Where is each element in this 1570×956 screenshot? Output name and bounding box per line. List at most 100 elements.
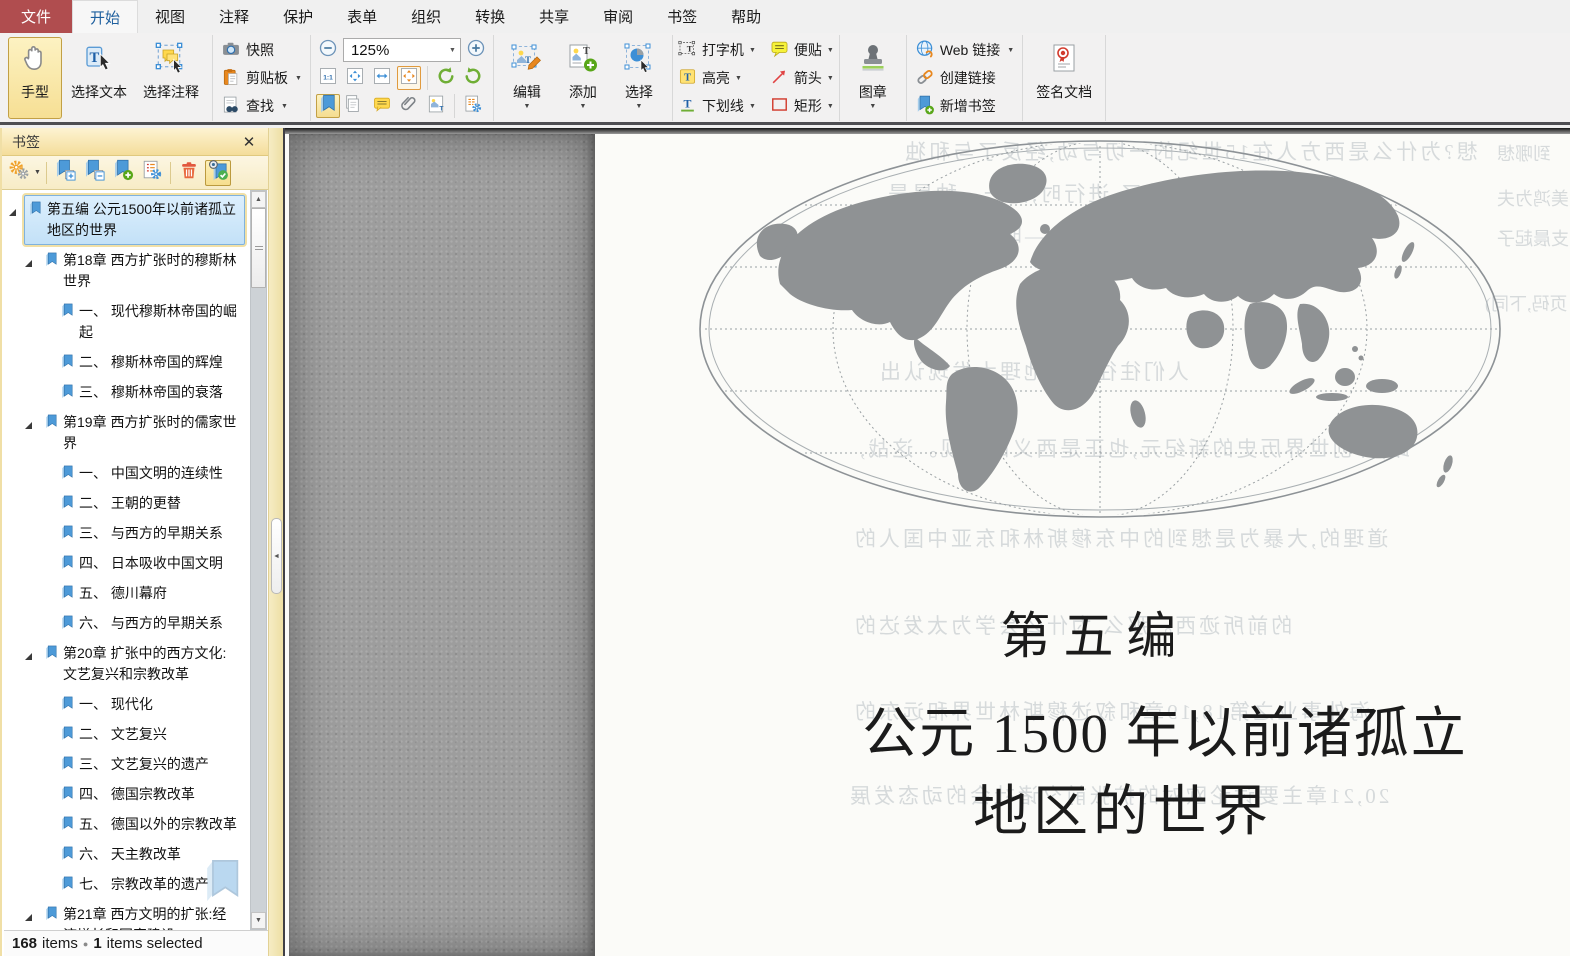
fit-visible-button[interactable] (396, 66, 421, 90)
menu-tab-organize[interactable]: 组织 (394, 0, 458, 33)
page-settings-button[interactable] (461, 94, 485, 118)
menu-tab-protect[interactable]: 保护 (266, 0, 330, 33)
comment-list-button[interactable] (370, 94, 394, 118)
new-bookmark-button[interactable] (110, 159, 136, 186)
bookmark-item[interactable]: 五、 德国以外的宗教改革 (4, 810, 250, 839)
part-number-title: 第五编 (1000, 608, 1190, 664)
create-link-button[interactable]: 创建链接 (912, 66, 1017, 91)
typewriter-button[interactable]: T 打字机 ▼ (678, 39, 756, 61)
menu-tab-convert[interactable]: 转换 (458, 0, 522, 33)
snapshot-button[interactable]: 快照 (218, 38, 305, 63)
menu-tab-review[interactable]: 审阅 (586, 0, 650, 33)
underline-button[interactable]: T 下划线 ▼ (678, 95, 756, 117)
bookmark-item[interactable]: 一、 现代化 (4, 690, 250, 719)
arrow-button[interactable]: 箭头 ▼ (770, 67, 834, 89)
hand-icon (19, 42, 51, 79)
attachment-button[interactable] (397, 94, 421, 118)
select-annotation-button[interactable]: 选择注释 (136, 37, 206, 119)
document-viewport[interactable]: 想?为什么是西方人在15世纪的一切与动,经反了与和独 人根险中选了,进行时,第一—… (283, 128, 1570, 956)
bookmark-item[interactable]: 一、 现代穆斯林帝国的崛起 (4, 297, 250, 347)
expand-toggle-icon[interactable] (24, 909, 33, 927)
expand-bookmarks-button[interactable] (52, 159, 78, 186)
rectangle-button[interactable]: 矩形 ▼ (770, 95, 834, 117)
expand-toggle-icon[interactable] (24, 648, 33, 666)
menu-tab-file[interactable]: 文件 (0, 0, 73, 33)
bookmark-item[interactable]: 三、 与西方的早期关系 (4, 519, 250, 548)
chevron-down-icon: ▼ (869, 103, 877, 110)
clipboard-button[interactable]: 剪贴板 ▼ (218, 66, 305, 91)
menu-bar: 文件 开始 视图 注释 保护 表单 组织 转换 共享 审阅 书签 帮助 (0, 0, 1570, 33)
menu-tab-comment[interactable]: 注释 (202, 0, 266, 33)
ribbon-group-edit: T 编辑 ▼ T 添加 ▼ 选择 ▼ (494, 35, 673, 121)
bookmark-item[interactable]: 第18章 西方扩张时的穆斯林世界 (4, 246, 250, 296)
menu-tab-home[interactable]: 开始 (72, 0, 139, 33)
rotate-right-button[interactable] (461, 66, 485, 90)
zoom-in-button[interactable] (464, 38, 488, 62)
scroll-up-arrow[interactable]: ▲ (251, 191, 266, 208)
edit-button[interactable]: T 编辑 ▼ (500, 37, 554, 119)
web-link-button[interactable]: Web 链接 ▼ (912, 38, 1017, 63)
bookmark-icon (60, 726, 75, 742)
scroll-down-arrow[interactable]: ▼ (251, 912, 266, 929)
bookmark-settings-button[interactable] (139, 160, 165, 186)
bookmarks-scrollbar[interactable]: ▲ ▼ (250, 190, 267, 930)
add-bookmark-button[interactable]: 新增书签 (912, 94, 1017, 119)
bleedthrough-line: 道理的,大暴为是想到的中东穆斯林和东亚中国人的 (852, 527, 1389, 551)
fit-width-button[interactable] (370, 66, 394, 90)
bookmark-label: 六、 天主教改革 (79, 846, 181, 862)
zoom-out-button[interactable] (316, 38, 340, 62)
sign-document-button[interactable]: 签名文档 (1029, 37, 1099, 119)
delete-bookmark-button[interactable] (176, 160, 202, 186)
ocr-button[interactable]: T (424, 94, 448, 118)
bookmark-item[interactable]: 三、 穆斯林帝国的衰落 (4, 378, 250, 407)
highlight-button[interactable]: T 高亮 ▼ (678, 67, 756, 89)
zoom-level-combobox[interactable]: 125% ▼ (342, 38, 461, 62)
bookmark-item[interactable]: 第20章 扩张中的西方文化:文艺复兴和宗教改革 (4, 639, 250, 689)
bookmark-item[interactable]: 三、 文艺复兴的遗产 (4, 750, 250, 779)
expand-toggle-icon[interactable] (24, 255, 33, 273)
bookmark-item[interactable]: 第19章 西方扩张时的儒家世界 (4, 408, 250, 458)
bookmark-options-button[interactable] (6, 160, 32, 186)
expand-toggle-icon[interactable] (8, 204, 17, 222)
find-button[interactable]: 查找 ▼ (218, 94, 305, 119)
edit-object-icon: T (511, 42, 543, 79)
fit-page-button[interactable] (343, 66, 367, 90)
menu-tab-form[interactable]: 表单 (330, 0, 394, 33)
copy-pages-button[interactable] (343, 94, 367, 118)
menu-tab-help[interactable]: 帮助 (714, 0, 778, 33)
chain-link-icon (915, 67, 935, 90)
bookmark-item[interactable]: 第五编 公元1500年以前诸孤立地区的世界 (4, 195, 250, 245)
scrollbar-thumb[interactable] (251, 208, 266, 288)
stamp-icon (857, 42, 889, 79)
select-text-button[interactable]: T 选择文本 (64, 37, 134, 119)
show-bookmark-filter-button[interactable] (204, 159, 231, 186)
bookmark-item[interactable]: 四、 日本吸收中国文明 (4, 549, 250, 578)
ribbon-group-sign: 签名文档 (1023, 35, 1107, 121)
actual-size-button[interactable]: 1:1 (316, 66, 340, 90)
rotate-left-button[interactable] (434, 66, 458, 90)
bookmark-item[interactable]: 六、 与西方的早期关系 (4, 609, 250, 638)
expand-toggle-icon[interactable] (24, 417, 33, 435)
sticky-note-button[interactable]: 便贴 ▼ (770, 39, 834, 61)
bookmark-item[interactable]: 一、 中国文明的连续性 (4, 459, 250, 488)
hand-tool-button[interactable]: 手型 (8, 37, 62, 119)
bookmark-item[interactable]: 四、 德国宗教改革 (4, 780, 250, 809)
bookmark-item[interactable]: 二、 王朝的更替 (4, 489, 250, 518)
bookmark-item[interactable]: 二、 文艺复兴 (4, 720, 250, 749)
collapse-bookmarks-button[interactable] (81, 159, 107, 186)
add-button[interactable]: T 添加 ▼ (556, 37, 610, 119)
bookmarks-panel-toolbar: ▼ (2, 156, 268, 190)
panel-collapse-handle[interactable]: ◄ (271, 518, 282, 594)
bookmark-item[interactable]: 五、 德川幕府 (4, 579, 250, 608)
ribbon-group-tools: 手型 T 选择文本 选择注释 (2, 35, 213, 121)
menu-tab-view[interactable]: 视图 (138, 0, 202, 33)
select-object-button[interactable]: 选择 ▼ (612, 37, 666, 119)
panel-splitter[interactable]: ◄ (268, 128, 283, 956)
bookmark-panel-toggle-button[interactable] (315, 94, 340, 118)
stamp-button[interactable]: 图章 ▼ (846, 37, 900, 119)
menu-tab-bookmark[interactable]: 书签 (650, 0, 714, 33)
menu-tab-share[interactable]: 共享 (522, 0, 586, 33)
close-icon[interactable]: ✕ (240, 133, 258, 151)
signature-document-icon (1048, 42, 1080, 79)
bookmark-item[interactable]: 二、 穆斯林帝国的辉煌 (4, 348, 250, 377)
